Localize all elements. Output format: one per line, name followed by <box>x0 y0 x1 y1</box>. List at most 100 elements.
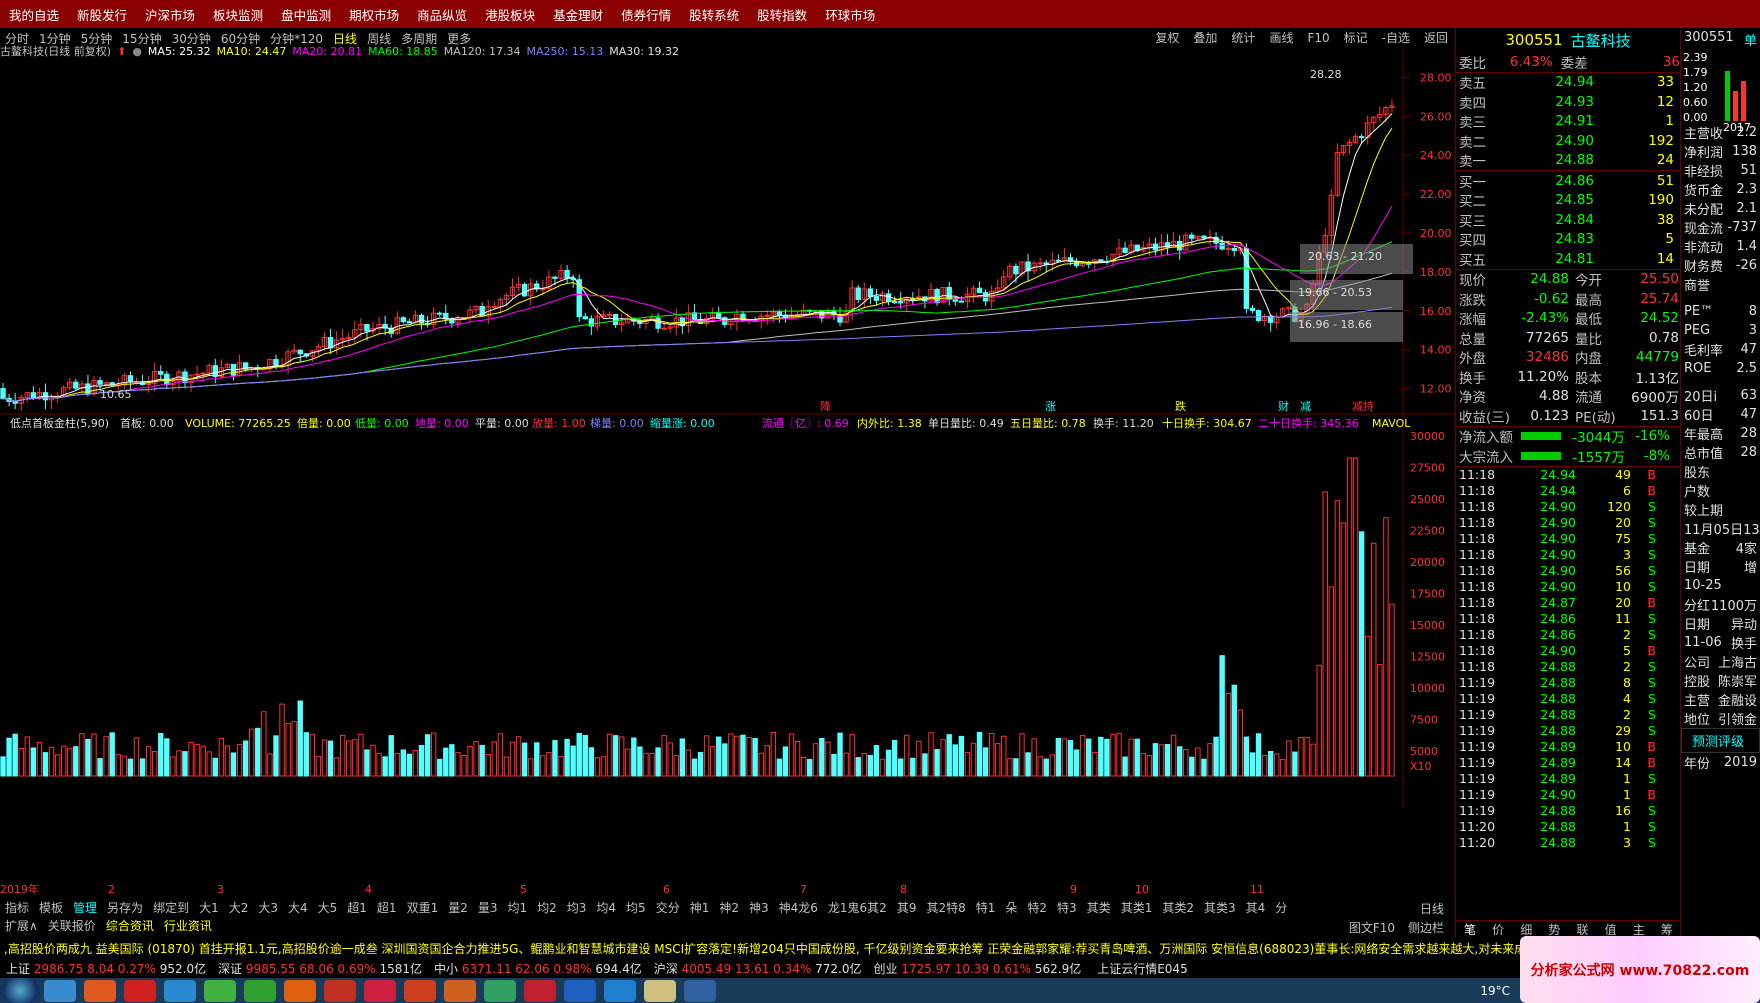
indicator-btn-20[interactable]: 交分 <box>651 899 685 916</box>
topnav-item-9[interactable]: 债券行情 <box>612 5 680 24</box>
volume-bar <box>182 751 188 777</box>
indicator-btn-18[interactable]: 均4 <box>591 899 621 916</box>
extend-btn-2[interactable]: 综合资讯 <box>101 917 159 934</box>
indicator-btn-3[interactable]: 另存为 <box>102 899 148 916</box>
topnav-item-7[interactable]: 港股板块 <box>476 5 544 24</box>
topnav-item-8[interactable]: 基金理财 <box>544 5 612 24</box>
news-ticker[interactable]: ,高招股价两成九 益美国际 (01870) 首挂开报1.1元,高招股价逾一成叁 … <box>0 938 1760 958</box>
taskbar-app-icon[interactable] <box>444 979 476 1002</box>
indicator-btn-26[interactable]: 其9 <box>892 899 922 916</box>
extend-btn-1[interactable]: 关联报价 <box>43 917 101 934</box>
topnav-item-1[interactable]: 新股发行 <box>68 5 136 24</box>
tool-btn-0[interactable]: 复权 <box>1148 28 1186 48</box>
taskbar-app-icon[interactable] <box>364 979 396 1002</box>
topnav-item-10[interactable]: 股转系统 <box>680 5 748 24</box>
panel-tab-0[interactable]: 笔 <box>1464 921 1476 938</box>
extend-btn-0[interactable]: 扩展∧ <box>0 917 43 934</box>
index-item[interactable]: 中小 6371.11 62.06 0.98% 694.4亿 <box>428 960 648 977</box>
settings-icon[interactable]: ● <box>126 45 148 58</box>
indicator-btn-10[interactable]: 超1 <box>342 899 372 916</box>
taskbar-app-icon[interactable] <box>84 979 116 1002</box>
tick-volume: 14 <box>1615 755 1631 770</box>
taskbar-app-icon[interactable] <box>44 979 76 1002</box>
start-button[interactable] <box>0 978 40 1003</box>
taskbar-app-icon[interactable] <box>324 979 356 1002</box>
volume-bar <box>873 745 880 777</box>
indicator-btn-17[interactable]: 均3 <box>562 899 592 916</box>
tool-btn-1[interactable]: 叠加 <box>1186 28 1224 48</box>
index-item[interactable]: 沪深 4005.49 13.61 0.34% 772.0亿 <box>648 960 868 977</box>
topnav-item-4[interactable]: 盘中监测 <box>272 5 340 24</box>
indicator-btn-35[interactable]: 其类3 <box>1199 899 1241 916</box>
taskbar-app-icon[interactable] <box>604 979 636 1002</box>
topnav-item-0[interactable]: 我的自选 <box>0 5 68 24</box>
taskbar-app-icon[interactable] <box>644 979 676 1002</box>
indicator-btn-33[interactable]: 其类1 <box>1116 899 1158 916</box>
topnav-item-12[interactable]: 环球市场 <box>816 5 884 24</box>
taskbar-app-icon[interactable] <box>124 979 156 1002</box>
tool-btn-4[interactable]: F10 <box>1300 28 1336 48</box>
tool-btn-7[interactable]: 返回 <box>1417 28 1455 48</box>
tool-btn-2[interactable]: 统计 <box>1224 28 1262 48</box>
indicator-btn-28[interactable]: 特1 <box>971 899 1001 916</box>
tool-btn-3[interactable]: 画线 <box>1262 28 1300 48</box>
topnav-item-5[interactable]: 期权市场 <box>340 5 408 24</box>
indicator-btn-15[interactable]: 均1 <box>502 899 532 916</box>
indicator-btn-9[interactable]: 大5 <box>313 899 343 916</box>
index-amount: 694.4亿 <box>595 961 642 976</box>
topnav-item-2[interactable]: 沪深市场 <box>136 5 204 24</box>
tick-list[interactable]: 11:18 24.94 49 B 11:18 24.94 6 B 11:18 24.90 120 S 1… <box>1456 465 1680 851</box>
tick-row: 11:19 24.89 10 B <box>1456 739 1680 755</box>
indicator-btn-8[interactable]: 大4 <box>283 899 313 916</box>
indicator-btn-21[interactable]: 神1 <box>685 899 715 916</box>
side-btn-0[interactable]: 日线 <box>1415 900 1449 917</box>
taskbar-app-icon[interactable] <box>524 979 556 1002</box>
indicator-btn-25[interactable]: 龙1鬼6其2 <box>823 899 892 916</box>
index-item[interactable]: 创业 1725.97 10.39 0.61% 562.9亿 <box>867 960 1087 977</box>
taskbar-app-icon[interactable] <box>164 979 196 1002</box>
indicator-btn-14[interactable]: 量3 <box>473 899 503 916</box>
indicator-btn-34[interactable]: 其类2 <box>1157 899 1199 916</box>
indicator-btn-12[interactable]: 双重1 <box>402 899 444 916</box>
taskbar-app-icon[interactable] <box>284 979 316 1002</box>
tool-btn-5[interactable]: 标记 <box>1337 28 1375 48</box>
indicator-btn-30[interactable]: 特2 <box>1022 899 1052 916</box>
extend-btn-3[interactable]: 行业资讯 <box>159 917 217 934</box>
indicator-btn-2[interactable]: 管理 <box>68 899 102 916</box>
indicator-btn-32[interactable]: 其类 <box>1082 899 1116 916</box>
side-btn-2[interactable]: 侧边栏 <box>1403 919 1449 936</box>
taskbar-app-icon[interactable] <box>684 979 716 1002</box>
indicator-btn-23[interactable]: 神3 <box>744 899 774 916</box>
topnav-item-11[interactable]: 股转指数 <box>748 5 816 24</box>
indicator-btn-1[interactable]: 模板 <box>34 899 68 916</box>
index-item[interactable]: 深证 9985.55 68.06 0.69% 1581亿 <box>212 960 428 977</box>
panel-tab-1[interactable]: 价 <box>1492 921 1504 938</box>
index-item[interactable]: 上证 2986.75 8.04 0.27% 952.0亿 <box>0 960 212 977</box>
indicator-btn-5[interactable]: 大1 <box>194 899 224 916</box>
taskbar-app-icon[interactable] <box>564 979 596 1002</box>
indicator-btn-6[interactable]: 大2 <box>224 899 254 916</box>
topnav-item-6[interactable]: 商品纵览 <box>408 5 476 24</box>
taskbar-app-icon[interactable] <box>484 979 516 1002</box>
indicator-btn-0[interactable]: 指标 <box>0 899 34 916</box>
indicator-btn-29[interactable]: 朵 <box>1000 899 1022 916</box>
indicator-btn-7[interactable]: 大3 <box>253 899 283 916</box>
indicator-btn-22[interactable]: 神2 <box>714 899 744 916</box>
indicator-btn-31[interactable]: 特3 <box>1052 899 1082 916</box>
candle-body <box>158 371 164 375</box>
kline-chart-area[interactable]: 28.00 26.00 24.00 22.00 20.00 18.00 16.00 14.00… <box>0 45 1455 898</box>
indicator-btn-11[interactable]: 超1 <box>372 899 402 916</box>
side-btn-1[interactable]: 图文F10 <box>1344 919 1400 936</box>
indicator-btn-13[interactable]: 量2 <box>443 899 473 916</box>
indicator-btn-16[interactable]: 均2 <box>532 899 562 916</box>
indicator-btn-24[interactable]: 神4龙6 <box>774 899 823 916</box>
taskbar-app-icon[interactable] <box>404 979 436 1002</box>
taskbar-app-icon[interactable] <box>204 979 236 1002</box>
topnav-item-3[interactable]: 板块监测 <box>204 5 272 24</box>
fr-rating[interactable]: 预测评级 <box>1681 728 1760 753</box>
indicator-btn-19[interactable]: 均5 <box>621 899 651 916</box>
indicator-btn-4[interactable]: 绑定到 <box>148 899 194 916</box>
indicator-btn-27[interactable]: 其2特8 <box>921 899 970 916</box>
tool-btn-6[interactable]: -自选 <box>1375 28 1417 48</box>
taskbar-app-icon[interactable] <box>244 979 276 1002</box>
